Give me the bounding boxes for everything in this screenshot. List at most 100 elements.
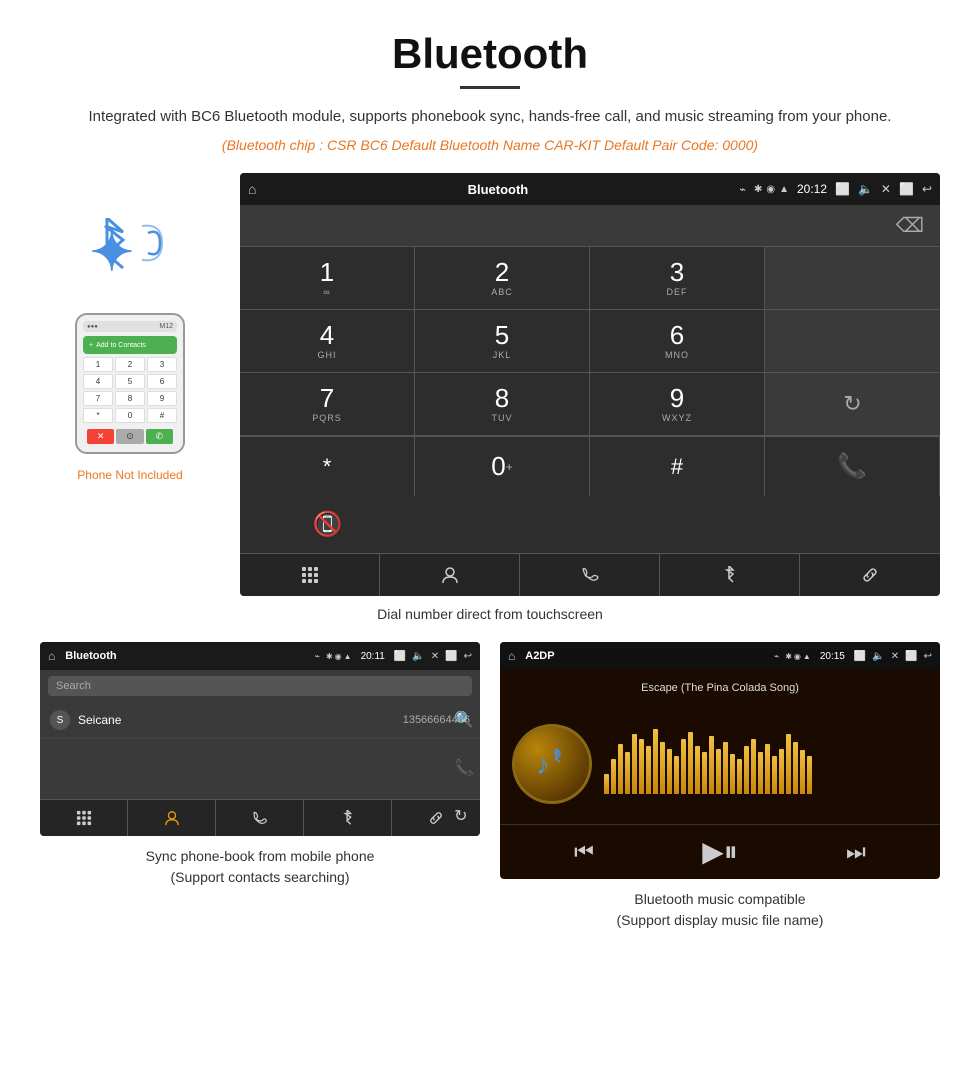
pb-contact-row[interactable]: S Seicane 13566664466 bbox=[40, 702, 480, 739]
back-icon: ↩ bbox=[922, 182, 932, 196]
bt-waves-icon bbox=[140, 218, 180, 276]
home-icon: ⌂ bbox=[248, 181, 256, 197]
status-icons: ✱ ◉ ▲ bbox=[754, 184, 789, 195]
bottom-screenshots: ⌂ Bluetooth ⌁ ✱◉▲ 20:11 ⬜ 🔈 ✕ ⬜ ↩ Search bbox=[0, 642, 980, 951]
ms-window-icon: ⬜ bbox=[905, 651, 917, 662]
dialer-statusbar: ⌂ Bluetooth ⌁ ✱ ◉ ▲ 20:12 ⬜ 🔈 ✕ ⬜ ↩ bbox=[240, 173, 940, 205]
dialpad-key-9[interactable]: 9 WXYZ bbox=[590, 373, 765, 436]
pb-toolbar-dialpad[interactable] bbox=[40, 800, 128, 836]
ms-time: 20:15 bbox=[820, 651, 845, 662]
toolbar-contacts-btn[interactable] bbox=[380, 554, 520, 596]
dialpad-key-2[interactable]: 2 ABC bbox=[415, 247, 590, 310]
phone-bottom-row: ✕ ⊙ ✆ bbox=[83, 427, 177, 446]
page-title: Bluetooth bbox=[60, 30, 920, 78]
pb-search-placeholder: Search bbox=[56, 680, 464, 692]
pb-search-area: Search bbox=[40, 670, 480, 702]
ms-controls: ⏮ ▶⏸ ⏭ bbox=[500, 824, 940, 879]
toolbar-call-btn[interactable] bbox=[520, 554, 660, 596]
call-actions-row: * 0+ # 📞 📵 bbox=[240, 436, 940, 553]
music-screen: ⌂ A2DP ⌁ ✱◉▲ 20:15 ⬜ 🔈 ✕ ⬜ ↩ Escape (The… bbox=[500, 642, 940, 879]
backspace-button[interactable]: ⌫ bbox=[896, 213, 924, 238]
ms-prev-btn[interactable]: ⏮ bbox=[574, 839, 594, 865]
svg-text:♪: ♪ bbox=[536, 749, 550, 780]
dialpad-key-7[interactable]: 7 PQRS bbox=[240, 373, 415, 436]
dialpad-key-4[interactable]: 4 GHI bbox=[240, 310, 415, 373]
pb-status-icons: ✱◉▲ bbox=[326, 652, 352, 661]
pb-toolbar-contacts[interactable] bbox=[128, 800, 216, 836]
dialpad-key-5[interactable]: 5 JKL bbox=[415, 310, 590, 373]
ms-visualizer bbox=[604, 734, 928, 794]
phone-mockup: ●●● M12 +Add to Contacts 1 2 3 4 5 6 7 8… bbox=[75, 313, 185, 454]
page-header: Bluetooth Integrated with BC6 Bluetooth … bbox=[0, 0, 980, 163]
pb-sync-icon[interactable]: ↻ bbox=[454, 806, 474, 826]
ms-song-title-area: Escape (The Pina Colada Song) bbox=[500, 670, 940, 704]
dialpad-key-hash[interactable]: # bbox=[590, 437, 765, 496]
pb-search-bar[interactable]: Search bbox=[48, 676, 472, 696]
pb-usb-icon: ⌁ bbox=[315, 651, 320, 662]
ms-x-icon: ✕ bbox=[891, 651, 899, 662]
dialpad-key-6[interactable]: 6 MNO bbox=[590, 310, 765, 373]
pb-call-icon[interactable]: 📞 bbox=[454, 758, 474, 778]
pb-search-icon[interactable]: 🔍 bbox=[454, 710, 474, 730]
ms-title: A2DP bbox=[525, 650, 768, 662]
phonebook-caption: Sync phone-book from mobile phone(Suppor… bbox=[146, 836, 375, 888]
phone-dialpad: 1 2 3 4 5 6 7 8 9 * 0 # bbox=[83, 357, 177, 423]
phone-not-included-label: Phone Not Included bbox=[77, 468, 182, 482]
pb-time: 20:11 bbox=[361, 651, 385, 662]
ms-usb-icon: ⌁ bbox=[774, 651, 779, 662]
dialer-toolbar bbox=[240, 553, 940, 596]
pb-volume-icon: 🔈 bbox=[412, 651, 424, 662]
camera-icon: ⬜ bbox=[835, 182, 850, 196]
ms-statusbar: ⌂ A2DP ⌁ ✱◉▲ 20:15 ⬜ 🔈 ✕ ⬜ ↩ bbox=[500, 642, 940, 670]
pb-contact-avatar: S bbox=[50, 710, 70, 730]
pb-toolbar-bluetooth[interactable] bbox=[304, 800, 392, 836]
dial-caption: Dial number direct from touchscreen bbox=[0, 596, 980, 642]
dialer-title: Bluetooth bbox=[264, 182, 731, 197]
phonebook-block: ⌂ Bluetooth ⌁ ✱◉▲ 20:11 ⬜ 🔈 ✕ ⬜ ↩ Search bbox=[40, 642, 480, 931]
call-button[interactable]: 📞 bbox=[765, 437, 940, 496]
toolbar-bluetooth-btn[interactable] bbox=[660, 554, 800, 596]
toolbar-link-btn[interactable] bbox=[800, 554, 940, 596]
pb-x-icon: ✕ bbox=[431, 651, 439, 662]
pb-contact-area: S Seicane 13566664466 🔍 📞 ↻ bbox=[40, 702, 480, 799]
dialer-time: 20:12 bbox=[797, 182, 827, 196]
ms-volume-icon: 🔈 bbox=[872, 651, 884, 662]
usb-icon: ⌁ bbox=[739, 183, 746, 196]
ms-content: ♪ bbox=[500, 704, 940, 824]
dialpad-empty-2 bbox=[765, 310, 940, 373]
location-icon: ◉ bbox=[766, 184, 775, 195]
music-caption-text: Bluetooth music compatible(Support displ… bbox=[617, 891, 824, 928]
ms-status-icons: ✱◉▲ bbox=[785, 652, 811, 661]
pb-toolbar-call[interactable] bbox=[216, 800, 304, 836]
dialpad-key-zero[interactable]: 0+ bbox=[415, 437, 590, 496]
bt-icon-area: ✦ bbox=[80, 213, 180, 303]
ms-play-pause-btn[interactable]: ▶⏸ bbox=[702, 835, 738, 869]
pb-title: Bluetooth bbox=[65, 650, 308, 662]
pb-statusbar: ⌂ Bluetooth ⌁ ✱◉▲ 20:11 ⬜ 🔈 ✕ ⬜ ↩ bbox=[40, 642, 480, 670]
dialpad-empty-1 bbox=[765, 247, 940, 310]
phone-green-bar: +Add to Contacts bbox=[83, 336, 177, 354]
phonebook-screen: ⌂ Bluetooth ⌁ ✱◉▲ 20:11 ⬜ 🔈 ✕ ⬜ ↩ Search bbox=[40, 642, 480, 836]
bluetooth-status-icon: ✱ bbox=[754, 184, 762, 195]
dialer-screen: ⌂ Bluetooth ⌁ ✱ ◉ ▲ 20:12 ⬜ 🔈 ✕ ⬜ ↩ ⌫ 1 … bbox=[240, 173, 940, 596]
dialpad-key-8[interactable]: 8 TUV bbox=[415, 373, 590, 436]
pb-window-icon: ⬜ bbox=[445, 651, 457, 662]
phonebook-caption-text: Sync phone-book from mobile phone(Suppor… bbox=[146, 848, 375, 885]
dialpad-key-3[interactable]: 3 DEF bbox=[590, 247, 765, 310]
toolbar-dialpad-btn[interactable] bbox=[240, 554, 380, 596]
pb-camera-icon: ⬜ bbox=[394, 651, 406, 662]
dialpad-key-star[interactable]: * bbox=[240, 437, 415, 496]
pb-contact-name: Seicane bbox=[78, 713, 403, 727]
dialpad-key-1[interactable]: 1 ∞ bbox=[240, 247, 415, 310]
end-call-button[interactable]: 📵 bbox=[240, 496, 415, 553]
dialpad-grid: 1 ∞ 2 ABC 3 DEF 4 GHI 5 JKL 6 bbox=[240, 246, 940, 436]
dialpad-empty-3: ↻ bbox=[765, 373, 940, 436]
phone-top-bar: ●●● M12 bbox=[83, 321, 177, 332]
ms-album-art: ♪ bbox=[512, 724, 592, 804]
ms-next-btn[interactable]: ⏭ bbox=[846, 839, 866, 865]
volume-icon: 🔈 bbox=[858, 182, 873, 196]
page-description: Integrated with BC6 Bluetooth module, su… bbox=[60, 105, 920, 129]
ms-back-icon: ↩ bbox=[924, 651, 932, 662]
ms-song-title: Escape (The Pina Colada Song) bbox=[641, 682, 799, 694]
window-icon: ⬜ bbox=[899, 182, 914, 196]
